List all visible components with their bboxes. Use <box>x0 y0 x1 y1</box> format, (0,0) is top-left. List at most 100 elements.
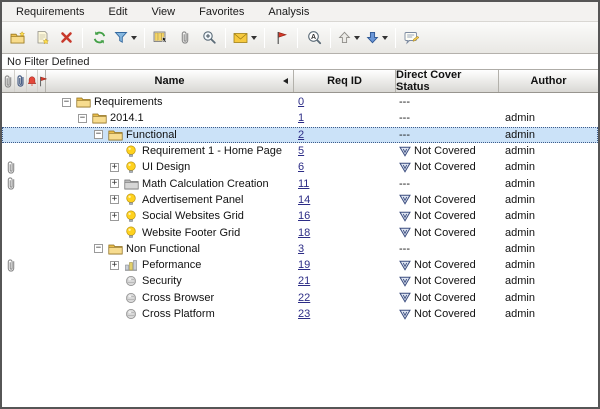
rich-text-column-header[interactable] <box>15 70 27 92</box>
expand-toggle[interactable]: + <box>110 260 119 270</box>
expand-toggle[interactable]: + <box>110 162 119 172</box>
row-gutter <box>2 192 46 208</box>
zoom-button[interactable] <box>197 26 221 50</box>
delete-icon <box>60 31 73 44</box>
tree-row-ui-design[interactable]: + UI Design 6 Not Covered admin <box>2 159 598 175</box>
tree-row-2014-1[interactable]: − 2014.1 1 --- admin <box>2 110 598 126</box>
tree-row-security[interactable]: Security 21 Not Covered admin <box>2 273 598 289</box>
attachment-icon[interactable] <box>5 176 17 191</box>
tree-row-requirements[interactable]: − Requirements 0 --- <box>2 94 598 110</box>
collapse-toggle[interactable]: − <box>62 97 71 107</box>
tree-row-cross-browser[interactable]: Cross Browser 22 Not Covered admin <box>2 290 598 306</box>
tree-row-cross-platform[interactable]: Cross Platform 23 Not Covered admin <box>2 306 598 322</box>
author-cell: admin <box>505 275 535 288</box>
requirement-name: Cross Platform <box>142 308 215 320</box>
go-up-button[interactable] <box>335 26 363 50</box>
tree-row-social-websites-grid[interactable]: + Social Websites Grid 16 Not Covered admin <box>2 208 598 224</box>
req-id-link[interactable]: 18 <box>298 227 310 239</box>
name-cell: − Functional <box>46 129 294 141</box>
req-id-link[interactable]: 11 <box>298 178 309 190</box>
req-id-link[interactable]: 3 <box>298 243 304 255</box>
column-header-req-id[interactable]: Req ID <box>294 70 396 92</box>
tree-row-requirement-1-home-page[interactable]: Requirement 1 - Home Page 5 Not Covered adm… <box>2 143 598 159</box>
tree-row-non-functional[interactable]: − Non Functional 3 --- admin <box>2 241 598 257</box>
expand-toggle[interactable]: + <box>110 195 119 205</box>
req-id-link[interactable]: 5 <box>298 145 304 157</box>
filter-button[interactable] <box>111 26 140 50</box>
attachment-column-header[interactable] <box>2 70 15 92</box>
dropdown-caret-icon[interactable] <box>251 35 257 40</box>
author-cell: admin <box>505 291 535 304</box>
go-down-button[interactable] <box>363 26 391 50</box>
req-id-cell: 18 <box>294 227 396 239</box>
bulb-icon <box>123 145 139 158</box>
attachment-button[interactable] <box>173 26 197 50</box>
req-id-link[interactable]: 21 <box>298 275 310 287</box>
status-text: --- <box>399 112 410 125</box>
go-up-icon <box>338 31 351 44</box>
comments-button[interactable] <box>400 26 424 50</box>
collapse-toggle[interactable]: − <box>94 130 103 140</box>
collapse-toggle[interactable]: − <box>78 113 87 123</box>
find-icon: A <box>307 30 322 45</box>
req-id-link[interactable]: 16 <box>298 210 310 222</box>
req-id-link[interactable]: 0 <box>298 96 304 108</box>
new-requirement-button[interactable] <box>30 26 54 50</box>
refresh-button[interactable] <box>87 26 111 50</box>
not-covered-icon <box>399 211 411 222</box>
req-id-link[interactable]: 2 <box>298 129 304 141</box>
tree-row-math-calculation-creation[interactable]: + Math Calculation Creation 11 --- admin <box>2 175 598 191</box>
toolbar-separator <box>225 27 226 48</box>
flag-button[interactable] <box>269 26 293 50</box>
direct-cover-status-cell: --- <box>396 96 499 108</box>
toolbar: A <box>2 22 598 54</box>
alert-column-header[interactable] <box>27 70 38 92</box>
find-button[interactable]: A <box>302 26 326 50</box>
menu-requirements[interactable]: Requirements <box>6 4 94 20</box>
expand-toggle[interactable]: + <box>110 211 119 221</box>
req-id-link[interactable]: 14 <box>298 194 310 206</box>
column-header-author[interactable]: Author <box>499 70 598 92</box>
expand-toggle[interactable]: + <box>110 179 119 189</box>
tree-row-functional[interactable]: − Functional 2 --- admin <box>2 126 598 143</box>
req-id-cell: 3 <box>294 243 396 255</box>
menu-edit[interactable]: Edit <box>98 4 137 20</box>
name-cell: + Math Calculation Creation <box>46 178 294 190</box>
direct-cover-status-cell: --- <box>396 112 499 124</box>
attachment-icon[interactable] <box>5 258 17 273</box>
comments-icon <box>404 31 420 45</box>
collapse-toggle[interactable]: − <box>94 244 103 254</box>
select-columns-button[interactable] <box>149 26 173 50</box>
status-text: Not Covered <box>414 161 476 174</box>
menu-favorites[interactable]: Favorites <box>189 4 254 20</box>
direct-cover-status-cell: Not Covered <box>396 210 499 222</box>
req-id-link[interactable]: 22 <box>298 292 310 304</box>
column-header-direct-cover-status[interactable]: Direct Cover Status <box>396 69 499 93</box>
column-header-name[interactable]: Name <box>46 70 294 92</box>
delete-button[interactable] <box>54 26 78 50</box>
dropdown-caret-icon[interactable] <box>354 35 360 40</box>
sort-indicator-icon <box>283 78 288 84</box>
new-folder-button[interactable] <box>6 26 30 50</box>
attachment-icon[interactable] <box>5 160 17 175</box>
direct-cover-status-cell: Not Covered <box>396 292 499 304</box>
tree-row-website-footer-grid[interactable]: Website Footer Grid 18 Not Covered admin <box>2 224 598 240</box>
name-cell: Requirement 1 - Home Page <box>46 145 294 158</box>
menu-analysis[interactable]: Analysis <box>258 4 319 20</box>
req-id-link[interactable]: 1 <box>298 112 304 124</box>
name-cell: + Social Websites Grid <box>46 210 294 223</box>
row-gutter <box>2 208 46 224</box>
not-covered-icon <box>399 276 411 287</box>
email-button[interactable] <box>230 26 260 50</box>
tree-row-advertisement-panel[interactable]: + Advertisement Panel 14 Not Covered admin <box>2 192 598 208</box>
req-id-cell: 21 <box>294 275 396 287</box>
req-id-cell: 23 <box>294 308 396 320</box>
req-id-link[interactable]: 6 <box>298 161 304 173</box>
menu-view[interactable]: View <box>141 4 185 20</box>
dropdown-caret-icon[interactable] <box>382 35 388 40</box>
dropdown-caret-icon[interactable] <box>131 35 137 40</box>
tree-row-peformance[interactable]: + Peformance 19 Not Covered admin <box>2 257 598 273</box>
req-id-link[interactable]: 23 <box>298 308 310 320</box>
req-id-link[interactable]: 19 <box>298 259 310 271</box>
